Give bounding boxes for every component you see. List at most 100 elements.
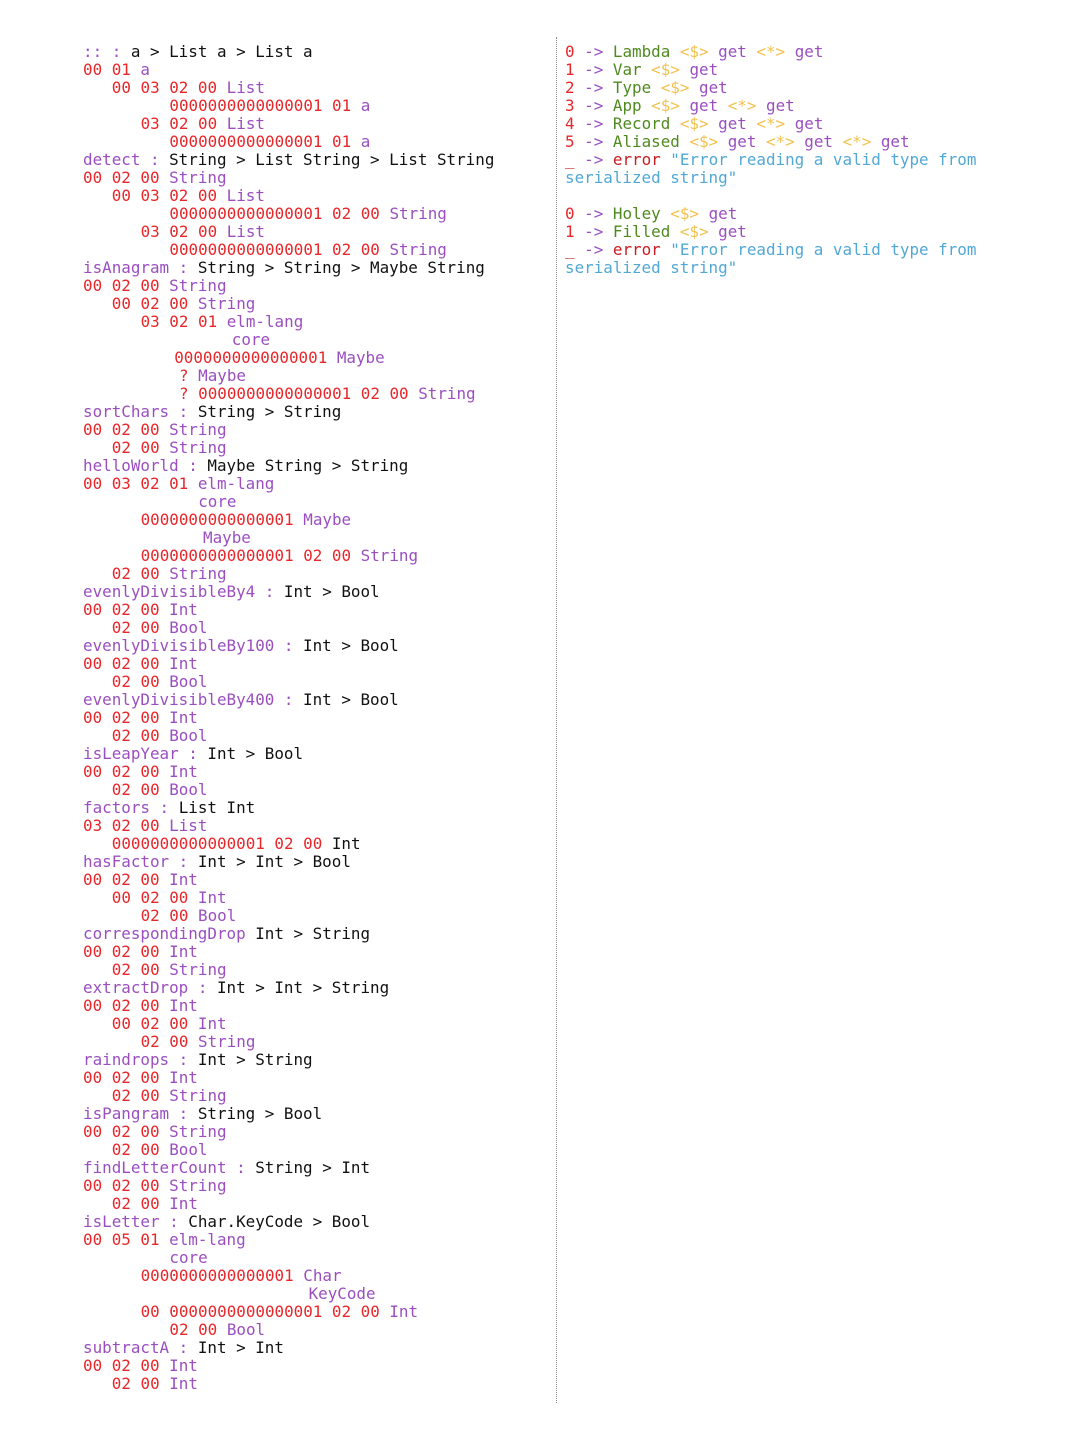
type-code-bytes: 02 00 bbox=[111, 618, 160, 637]
type-code-bytes: 02 00 bbox=[111, 438, 160, 457]
function-name: isPangram bbox=[83, 1104, 170, 1123]
arrow-token: -> bbox=[584, 96, 604, 115]
function-name: isLetter bbox=[83, 1212, 160, 1231]
function-name: hasFactor bbox=[83, 852, 170, 871]
type-code-bytes: 00 02 00 bbox=[111, 294, 189, 313]
type-symbol: Int bbox=[169, 870, 198, 889]
case-tag: 1 bbox=[565, 60, 575, 79]
type-code-bytes: 00 02 00 bbox=[83, 942, 160, 961]
type-code-bytes: 00 02 00 bbox=[83, 762, 160, 781]
encoded-type-line: 0000000000000001 01 a bbox=[83, 133, 543, 151]
encoded-type-line: 03 02 00 List bbox=[83, 223, 543, 241]
type-annotation: a > List a > List a bbox=[130, 42, 313, 61]
function-name: evenlyDivisibleBy100 bbox=[83, 636, 275, 655]
wildcard-tag: _ bbox=[565, 150, 575, 169]
type-code-bytes: 02 00 bbox=[140, 906, 189, 925]
type-code-bytes: 0000000000000001 bbox=[174, 348, 328, 367]
type-symbol: elm-lang bbox=[226, 312, 304, 331]
encoded-type-line: 02 00 String bbox=[83, 565, 543, 583]
type-annotation: Int > Int > Bool bbox=[197, 852, 351, 871]
type-code-bytes: 00 02 00 bbox=[83, 420, 160, 439]
type-symbol: Int bbox=[389, 1302, 419, 1321]
column-divider bbox=[556, 37, 557, 1403]
type-code-bytes: 00 03 02 00 bbox=[111, 186, 218, 205]
type-symbol: String bbox=[169, 438, 227, 457]
type-symbol: Bool bbox=[169, 1140, 208, 1159]
encoded-type-line: 00 02 00 Int bbox=[83, 601, 543, 619]
encoded-type-line: 00 02 00 String bbox=[83, 421, 543, 439]
type-code-bytes: 00 02 00 bbox=[83, 1176, 160, 1195]
encoded-type-line: 03 02 00 List bbox=[83, 817, 543, 835]
type-symbol: String bbox=[169, 1122, 227, 1141]
constructor-name: Type bbox=[612, 78, 652, 97]
function-name: helloWorld bbox=[83, 456, 179, 475]
type-annotation: String > List String > List String bbox=[169, 150, 495, 169]
type-symbol: core bbox=[198, 492, 237, 511]
fmap-operator: <$> bbox=[651, 96, 680, 115]
arrow-token: -> bbox=[584, 114, 604, 133]
get-function: get bbox=[794, 42, 824, 61]
encoded-type-line: 0000000000000001 02 00 String bbox=[83, 547, 543, 565]
fmap-operator: <$> bbox=[651, 60, 680, 79]
type-symbol: Bool bbox=[169, 780, 208, 799]
colon-separator: : bbox=[169, 1050, 198, 1069]
encoded-type-line: 00 02 00 Int bbox=[83, 1357, 543, 1375]
encoded-type-line: 00 02 00 Int bbox=[83, 709, 543, 727]
case-tag: 4 bbox=[565, 114, 575, 133]
type-symbol: KeyCode bbox=[308, 1284, 376, 1303]
type-symbol: Int bbox=[169, 762, 198, 781]
type-symbol: String bbox=[169, 1086, 227, 1105]
type-signature-line: evenlyDivisibleBy400 : Int > Bool bbox=[83, 691, 543, 709]
type-symbol: Bool bbox=[226, 1320, 266, 1339]
type-code-bytes: 02 00 bbox=[111, 1086, 160, 1105]
type-symbol: Int bbox=[197, 888, 227, 907]
type-annotation: String > Int bbox=[255, 1158, 371, 1177]
encoded-type-line: 02 00 String bbox=[83, 961, 543, 979]
get-function: get bbox=[689, 96, 719, 115]
type-code-bytes: 00 05 01 bbox=[83, 1230, 160, 1249]
type-symbol: String bbox=[169, 1176, 227, 1195]
type-signature-line: extractDrop : Int > Int > String bbox=[83, 979, 543, 997]
type-symbol: String bbox=[169, 168, 227, 187]
encoded-type-line: 0000000000000001 Char bbox=[83, 1267, 543, 1285]
encoded-type-line: 00 02 00 Int bbox=[83, 763, 543, 781]
arrow-token: -> bbox=[584, 60, 604, 79]
type-code-bytes: 0000000000000001 02 00 bbox=[140, 546, 352, 565]
type-symbol: Bool bbox=[169, 726, 208, 745]
encoded-type-line: 02 00 String bbox=[83, 1087, 543, 1105]
colon-separator: : bbox=[226, 1158, 256, 1177]
encoded-type-line: 0000000000000001 02 00 Int bbox=[83, 835, 543, 853]
encoded-type-line: ? Maybe bbox=[83, 367, 543, 385]
colon-separator: : bbox=[149, 798, 179, 817]
type-annotation: Int > Bool bbox=[283, 582, 380, 601]
type-code-bytes: 02 00 bbox=[111, 672, 160, 691]
decoder-case-line: 1 -> Var <$> get bbox=[565, 61, 1035, 79]
get-function: get bbox=[766, 96, 795, 115]
type-code-bytes: 00 01 bbox=[83, 60, 131, 79]
function-name: evenlyDivisibleBy400 bbox=[83, 690, 275, 709]
fmap-operator: <$> bbox=[670, 204, 699, 223]
case-tag: 2 bbox=[565, 78, 575, 97]
case-tag: 0 bbox=[565, 42, 575, 61]
decoder-case-line: 1 -> Filled <$> get bbox=[565, 223, 1035, 241]
type-annotation: Char.KeyCode > Bool bbox=[188, 1212, 371, 1231]
encoded-type-line: 02 00 Bool bbox=[83, 781, 543, 799]
encoded-type-line: 00 02 00 Int bbox=[83, 997, 543, 1015]
constructor-name: App bbox=[612, 96, 642, 115]
encoded-type-line: 00 03 02 00 List bbox=[83, 187, 543, 205]
encoded-type-line: 02 00 Bool bbox=[83, 907, 543, 925]
encoded-type-line: 02 00 Bool bbox=[83, 619, 543, 637]
type-symbol: core bbox=[169, 1248, 208, 1267]
type-code-bytes: 03 02 01 bbox=[140, 312, 218, 331]
encoded-type-line: 00 02 00 Int bbox=[83, 1015, 543, 1033]
type-symbol: String bbox=[418, 384, 476, 403]
arrow-token: -> bbox=[584, 78, 604, 97]
type-annotation: Int > String bbox=[255, 924, 371, 943]
encoded-type-line: 00 02 00 Int bbox=[83, 871, 543, 889]
type-signature-line: helloWorld : Maybe String > String bbox=[83, 457, 543, 475]
type-symbol: List bbox=[226, 222, 265, 241]
function-name: subtractA bbox=[83, 1338, 170, 1357]
encoded-type-line: 02 00 String bbox=[83, 1033, 543, 1051]
fmap-operator: <$> bbox=[679, 114, 709, 133]
type-code-bytes: 0000000000000001 01 bbox=[169, 132, 352, 151]
